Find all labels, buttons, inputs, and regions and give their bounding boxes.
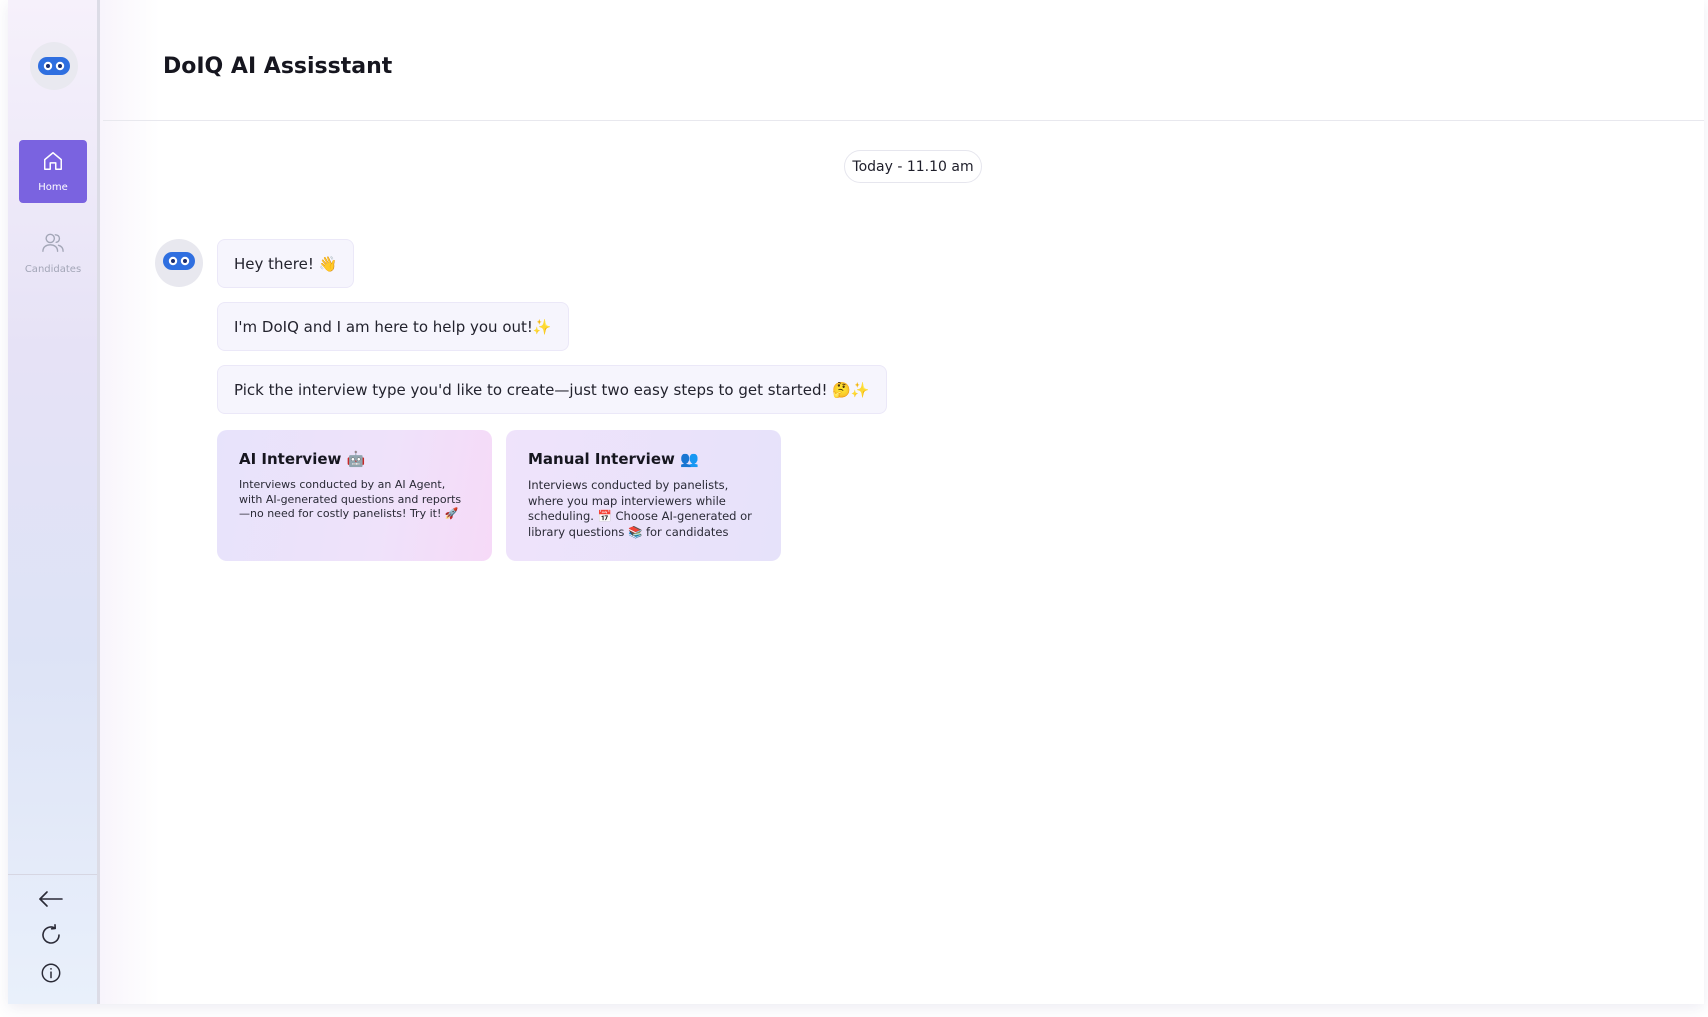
sidebar-item-label: Candidates <box>24 264 82 275</box>
page-title: DoIQ AI Assisstant <box>163 54 393 79</box>
card-description: Interviews conducted by an AI Agent, wit… <box>239 478 462 520</box>
back-button[interactable] <box>37 887 65 915</box>
card-description: Interviews conducted by panelists, where… <box>528 478 752 539</box>
info-button[interactable] <box>37 961 65 989</box>
bot-avatar-icon <box>163 252 195 274</box>
manual-interview-card[interactable]: Manual Interview 👥 Interviews conducted … <box>506 430 781 561</box>
sidebar-item-candidates[interactable]: Candidates <box>19 222 87 285</box>
refresh-button[interactable] <box>37 923 65 951</box>
back-arrow-icon <box>38 890 64 912</box>
sidebar-divider <box>8 874 97 875</box>
card-title: AI Interview 🤖 <box>239 450 366 468</box>
sidebar: Home Candidates <box>8 0 100 1004</box>
bot-avatar <box>155 239 203 287</box>
bot-logo-icon <box>30 42 78 90</box>
sidebar-item-label: Home <box>38 182 68 193</box>
chat-message: I'm DoIQ and I am here to help you out!✨ <box>217 302 569 351</box>
date-chip: Today - 11.10 am <box>844 150 982 183</box>
chat-message: Hey there! 👋 <box>217 239 355 288</box>
app-window: Home Candidates DoIQ AI Assisstant Today… <box>8 0 1704 1004</box>
users-icon <box>41 232 65 258</box>
home-icon <box>42 150 64 176</box>
chat-message: Pick the interview type you'd like to cr… <box>217 365 887 414</box>
card-title: Manual Interview 👥 <box>528 450 699 468</box>
ai-interview-card[interactable]: AI Interview 🤖 Interviews conducted by a… <box>217 430 492 561</box>
main-edge-gradient <box>100 0 160 1004</box>
refresh-icon <box>39 923 63 951</box>
page-header: DoIQ AI Assisstant <box>103 0 1704 121</box>
sidebar-item-home[interactable]: Home <box>19 140 87 203</box>
info-icon <box>40 962 62 988</box>
